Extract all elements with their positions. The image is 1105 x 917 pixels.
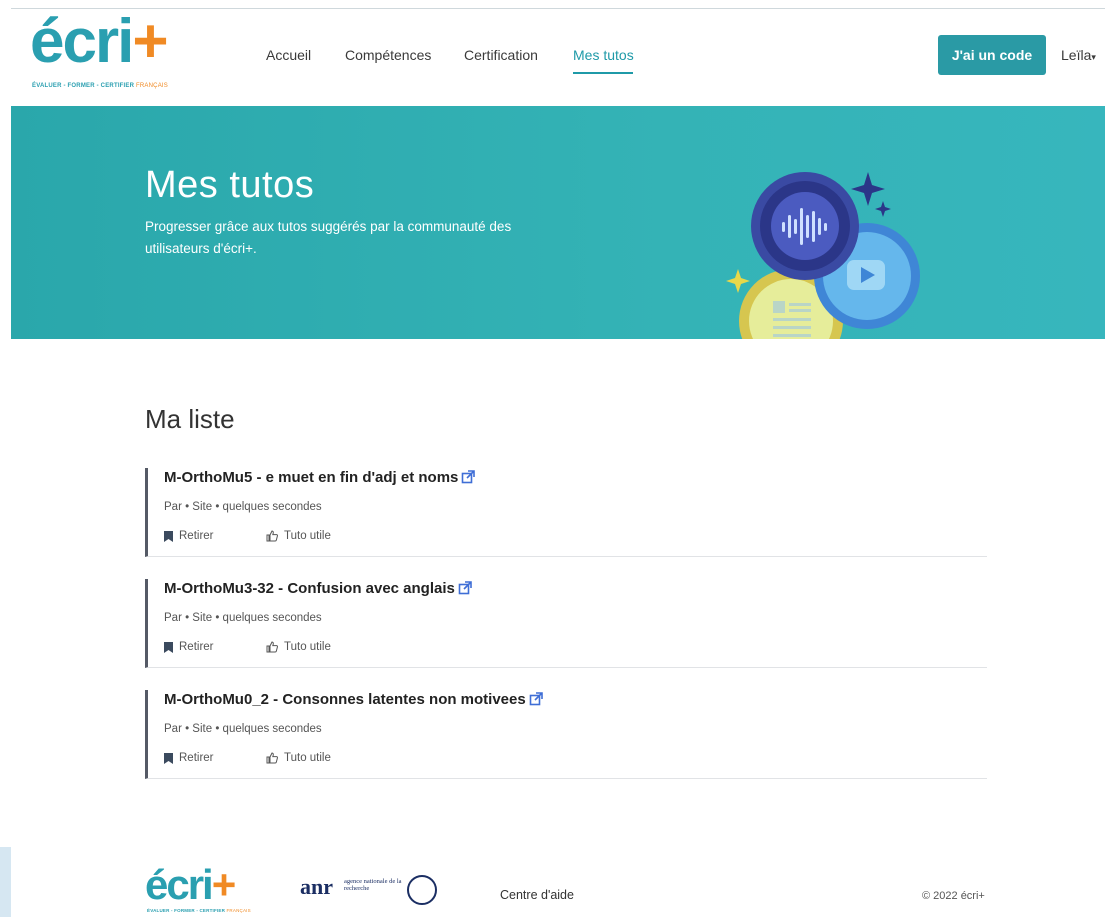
useful-label: Tuto utile bbox=[284, 641, 331, 653]
tuto-title: M-OrthoMu0_2 - Consonnes latentes non mo… bbox=[164, 691, 526, 708]
anr-wordmark: anr bbox=[300, 874, 333, 899]
bookmark-icon bbox=[164, 530, 173, 542]
remove-button[interactable]: Retirer bbox=[164, 752, 214, 764]
useful-button[interactable]: Tuto utile bbox=[266, 752, 331, 764]
tuto-title-link[interactable]: M-OrthoMu0_2 - Consonnes latentes non mo… bbox=[164, 691, 543, 708]
anr-logo[interactable]: anr agence nationale de la recherche bbox=[300, 874, 445, 912]
list-title: Ma liste bbox=[145, 404, 235, 434]
audio-wave-icon bbox=[751, 172, 859, 280]
useful-button[interactable]: Tuto utile bbox=[266, 530, 331, 542]
tuto-meta: Par • Site • quelques secondes bbox=[164, 501, 322, 513]
useful-label: Tuto utile bbox=[284, 752, 331, 764]
user-name: Leïla bbox=[1061, 47, 1092, 63]
external-link-icon bbox=[462, 470, 476, 484]
useful-button[interactable]: Tuto utile bbox=[266, 641, 331, 653]
tuto-item: M-OrthoMu3-32 - Confusion avec anglais P… bbox=[145, 579, 987, 668]
tuto-meta: Par • Site • quelques secondes bbox=[164, 612, 322, 624]
remove-button[interactable]: Retirer bbox=[164, 641, 214, 653]
user-menu[interactable]: Leïla▾ bbox=[1061, 47, 1096, 63]
page-title: Mes tutos bbox=[145, 164, 315, 206]
footer-logo-tagline: ÉVALUER - FORMER - CERTIFIER FRANÇAIS bbox=[147, 908, 251, 913]
thumbs-up-icon bbox=[266, 641, 278, 653]
logo-tagline: ÉVALUER - FORMER - CERTIFIER FRANÇAIS bbox=[32, 83, 168, 89]
useful-label: Tuto utile bbox=[284, 530, 331, 542]
tuto-item: M-OrthoMu5 - e muet en fin d'adj et noms… bbox=[145, 468, 987, 557]
footer-logo[interactable]: écri+ ÉVALUER - FORMER - CERTIFIER FRANÇ… bbox=[145, 861, 257, 916]
nav-certification[interactable]: Certification bbox=[464, 47, 538, 63]
logo-wordmark: écri+ bbox=[30, 7, 169, 76]
remove-label: Retirer bbox=[179, 752, 214, 764]
anr-subtitle: agence nationale de la recherche bbox=[344, 878, 402, 892]
thumbs-up-icon bbox=[266, 752, 278, 764]
navbar: écri+ ÉVALUER - FORMER - CERTIFIER FRANÇ… bbox=[11, 9, 1105, 106]
tuto-item: M-OrthoMu0_2 - Consonnes latentes non mo… bbox=[145, 690, 987, 779]
copyright: © 2022 écri+ bbox=[922, 890, 985, 902]
tuto-title: M-OrthoMu3-32 - Confusion avec anglais bbox=[164, 580, 455, 597]
code-button[interactable]: J'ai un code bbox=[938, 35, 1046, 75]
external-link-icon bbox=[458, 581, 472, 595]
remove-label: Retirer bbox=[179, 641, 214, 653]
tuto-title-link[interactable]: M-OrthoMu5 - e muet en fin d'adj et noms bbox=[164, 469, 476, 486]
left-edge bbox=[0, 0, 11, 917]
hero-banner: Mes tutos Progresser grâce aux tutos sug… bbox=[11, 106, 1105, 339]
remove-button[interactable]: Retirer bbox=[164, 530, 214, 542]
nav-competences[interactable]: Compétences bbox=[345, 47, 431, 63]
page-subtitle: Progresser grâce aux tutos suggérés par … bbox=[145, 219, 512, 256]
nav-accueil[interactable]: Accueil bbox=[266, 47, 311, 63]
remove-label: Retirer bbox=[179, 530, 214, 542]
external-link-icon bbox=[529, 692, 543, 706]
help-center-link[interactable]: Centre d'aide bbox=[500, 888, 574, 902]
site-logo[interactable]: écri+ ÉVALUER - FORMER - CERTIFIER FRANÇ… bbox=[30, 11, 196, 91]
left-edge-accent bbox=[0, 847, 11, 917]
tuto-title-link[interactable]: M-OrthoMu3-32 - Confusion avec anglais bbox=[164, 580, 472, 597]
nav-active-indicator bbox=[573, 72, 633, 74]
chevron-down-icon: ▾ bbox=[1091, 52, 1096, 62]
nav-mes-tutos[interactable]: Mes tutos bbox=[573, 47, 634, 63]
footer-logo-wordmark: écri+ bbox=[145, 861, 236, 908]
bookmark-icon bbox=[164, 641, 173, 653]
hero-illustration bbox=[726, 172, 920, 339]
bookmark-icon bbox=[164, 752, 173, 764]
thumbs-up-icon bbox=[266, 530, 278, 542]
tuto-title: M-OrthoMu5 - e muet en fin d'adj et noms bbox=[164, 469, 459, 486]
anr-seal-icon bbox=[407, 875, 437, 905]
tuto-meta: Par • Site • quelques secondes bbox=[164, 723, 322, 735]
